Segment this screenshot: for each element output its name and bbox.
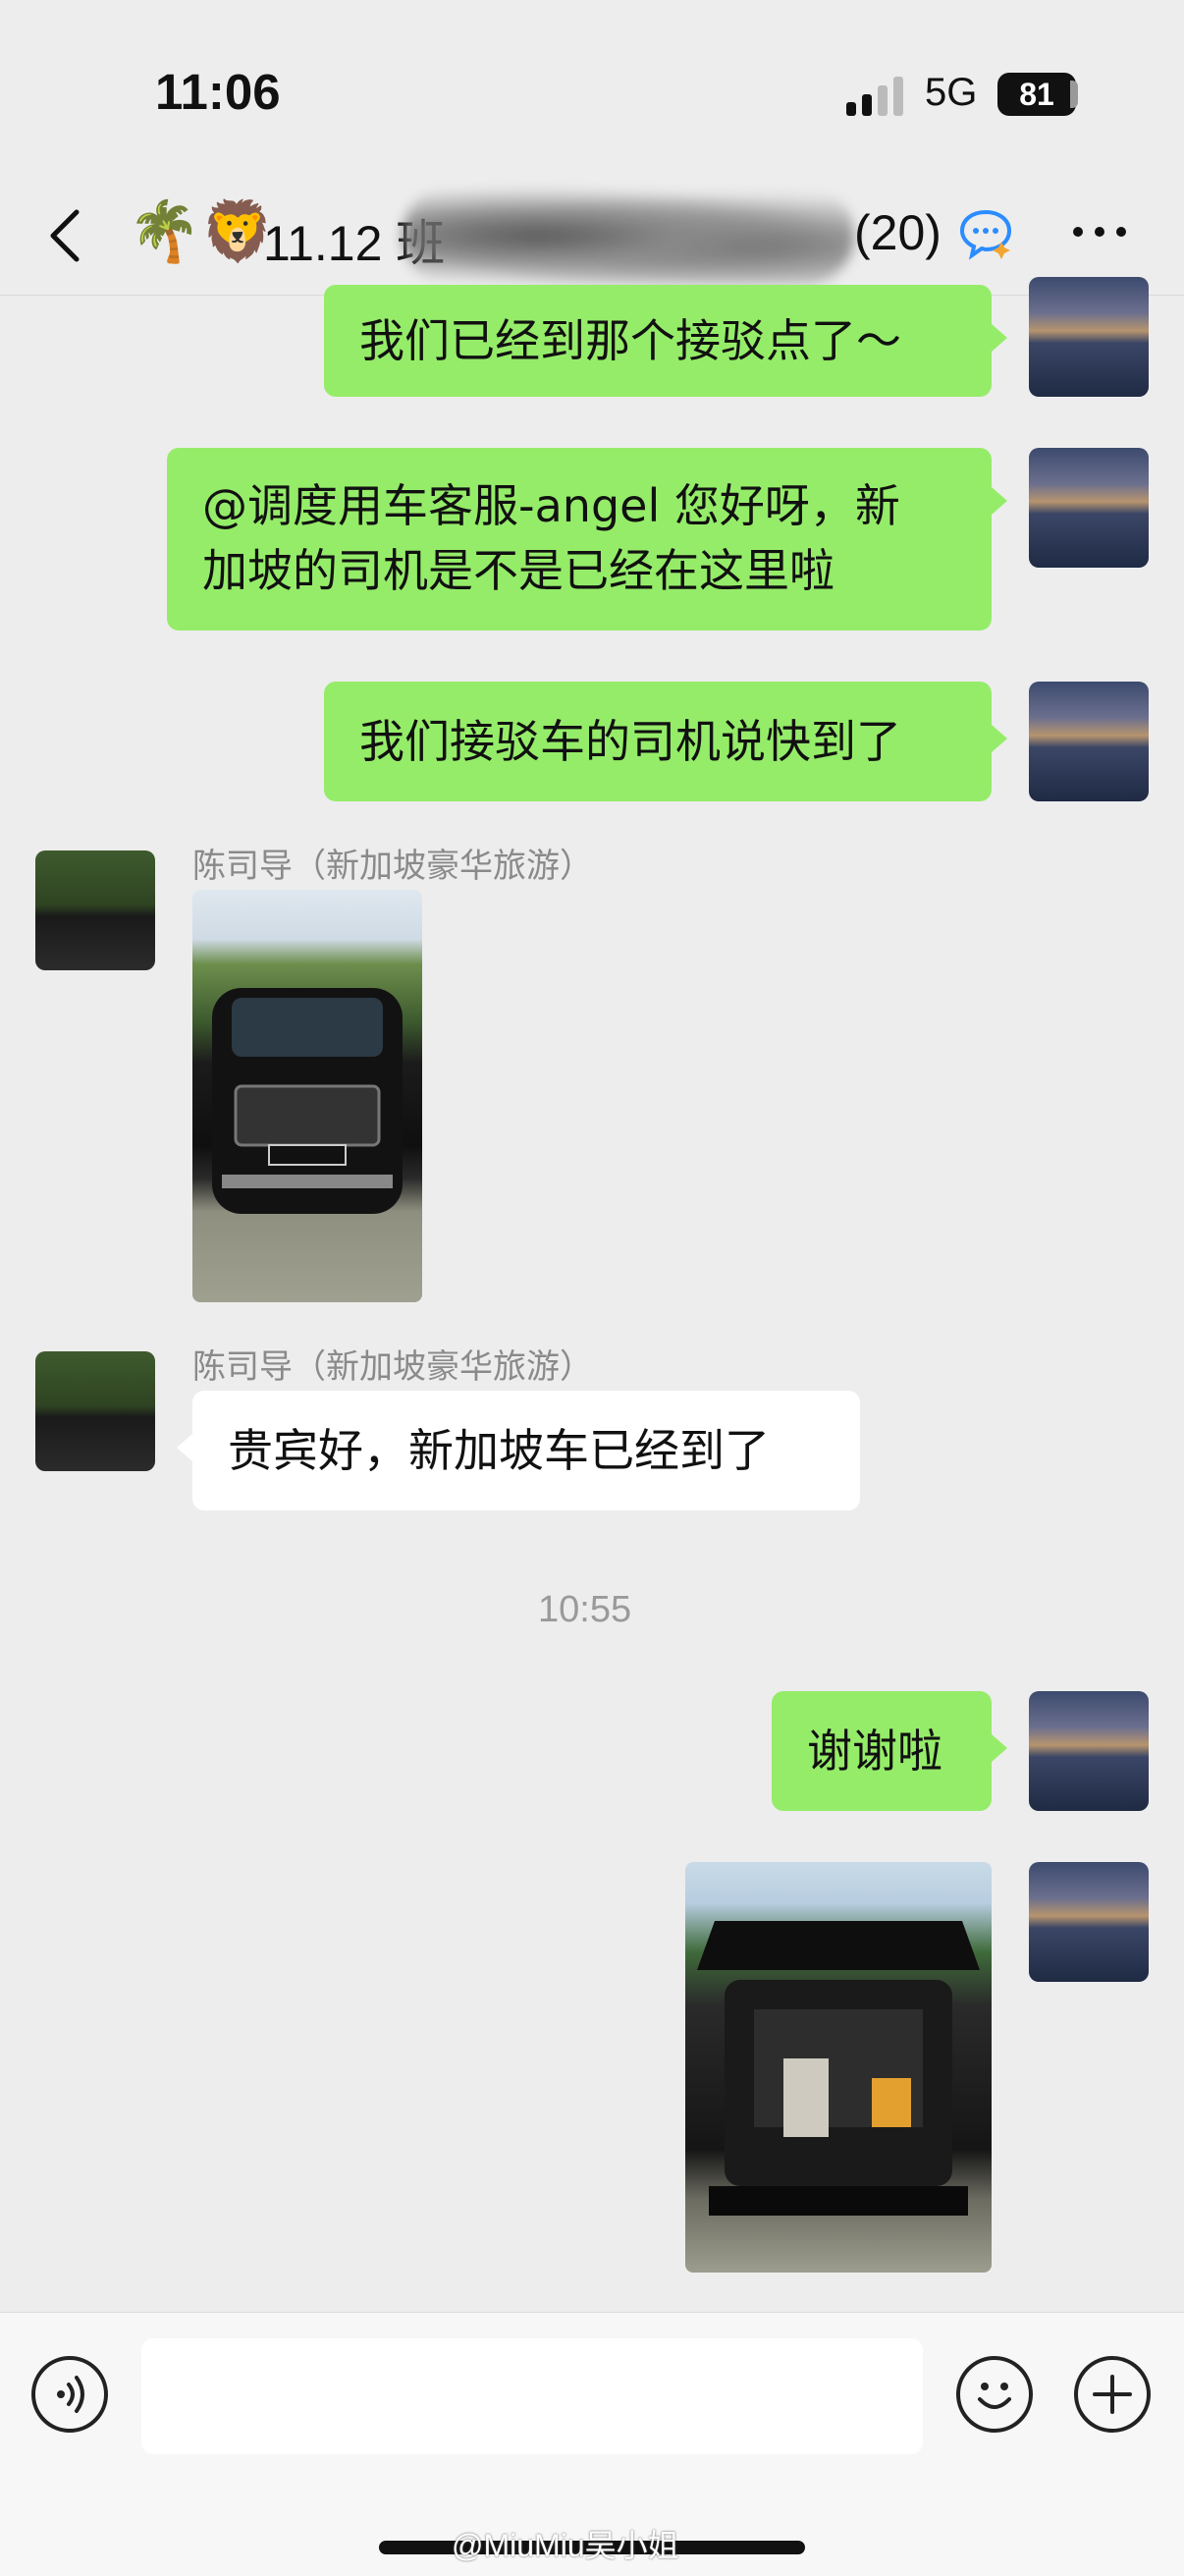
my-avatar[interactable] <box>1029 1691 1149 1811</box>
sender-name: 陈司导（新加坡豪华旅游） <box>192 1347 593 1387</box>
ai-chat-icon[interactable] <box>958 206 1013 261</box>
message-bubble-sent[interactable]: 我们接驳车的司机说快到了 <box>324 682 992 801</box>
watermark-text: @MiuMiu吴小姐 <box>452 2528 679 2563</box>
message-input[interactable] <box>141 2338 923 2454</box>
car-front-illustration <box>212 988 403 1214</box>
input-bar: @MiuMiu吴小姐 <box>0 2312 1184 2576</box>
message-timestamp: 10:55 <box>538 1589 632 1630</box>
my-avatar[interactable] <box>1029 682 1149 801</box>
my-avatar[interactable] <box>1029 448 1149 568</box>
driver-avatar[interactable] <box>35 850 155 970</box>
smiley-icon <box>978 2383 1011 2409</box>
driver-avatar[interactable] <box>35 1351 155 1471</box>
message-text: 我们接驳车的司机说快到了 <box>359 715 901 768</box>
car-trunk-photo[interactable] <box>685 1862 992 2273</box>
add-button[interactable] <box>1074 2356 1151 2433</box>
message-text: 我们已经到那个接驳点了～ <box>359 314 901 367</box>
network-type: 5G <box>925 71 978 114</box>
plus-icon <box>1093 2375 1132 2414</box>
my-avatar[interactable] <box>1029 1862 1149 1982</box>
chat-header: 🌴🦁 11.12 班 (20) <box>0 177 1184 296</box>
group-emoji: 🌴🦁 <box>128 197 275 266</box>
member-count: (20) <box>854 205 942 260</box>
my-avatar[interactable] <box>1029 277 1149 397</box>
message-text: 谢谢啦 <box>807 1725 942 1778</box>
battery-tip <box>1070 81 1078 108</box>
more-options-icon[interactable] <box>1070 222 1129 242</box>
message-bubble-sent[interactable]: @调度用车客服-angel 您好呀，新 加坡的司机是不是已经在这里啦 <box>167 448 992 630</box>
car-front-photo[interactable] <box>192 890 422 1302</box>
sender-name: 陈司导（新加坡豪华旅游） <box>192 847 593 886</box>
bubble-tail <box>177 1434 192 1461</box>
message-bubble-sent[interactable]: 我们已经到那个接驳点了～ <box>324 285 992 397</box>
voice-icon <box>57 2376 84 2413</box>
message-text: 贵宾好，新加坡车已经到了 <box>228 1424 770 1477</box>
voice-button[interactable] <box>31 2356 108 2433</box>
bubble-tail <box>992 324 1007 352</box>
car-trunk-illustration <box>697 1921 980 2216</box>
status-time: 11:06 <box>155 64 281 120</box>
bubble-tail <box>992 725 1007 752</box>
battery-icon: 81 <box>997 73 1076 116</box>
status-bar: 11:06 5G 81 <box>0 0 1184 177</box>
blurred-title-region <box>403 187 854 285</box>
message-text-line2: 加坡的司机是不是已经在这里啦 <box>202 544 834 597</box>
cellular-signal-icon <box>846 77 903 116</box>
bubble-tail <box>992 1734 1007 1762</box>
emoji-button[interactable] <box>956 2356 1033 2433</box>
back-arrow-icon[interactable] <box>45 206 84 265</box>
bubble-tail <box>992 487 1007 515</box>
message-bubble-received[interactable]: 贵宾好，新加坡车已经到了 <box>192 1391 860 1510</box>
message-text-line1: @调度用车客服-angel 您好呀，新 <box>202 479 900 532</box>
message-bubble-sent[interactable]: 谢谢啦 <box>772 1691 992 1811</box>
